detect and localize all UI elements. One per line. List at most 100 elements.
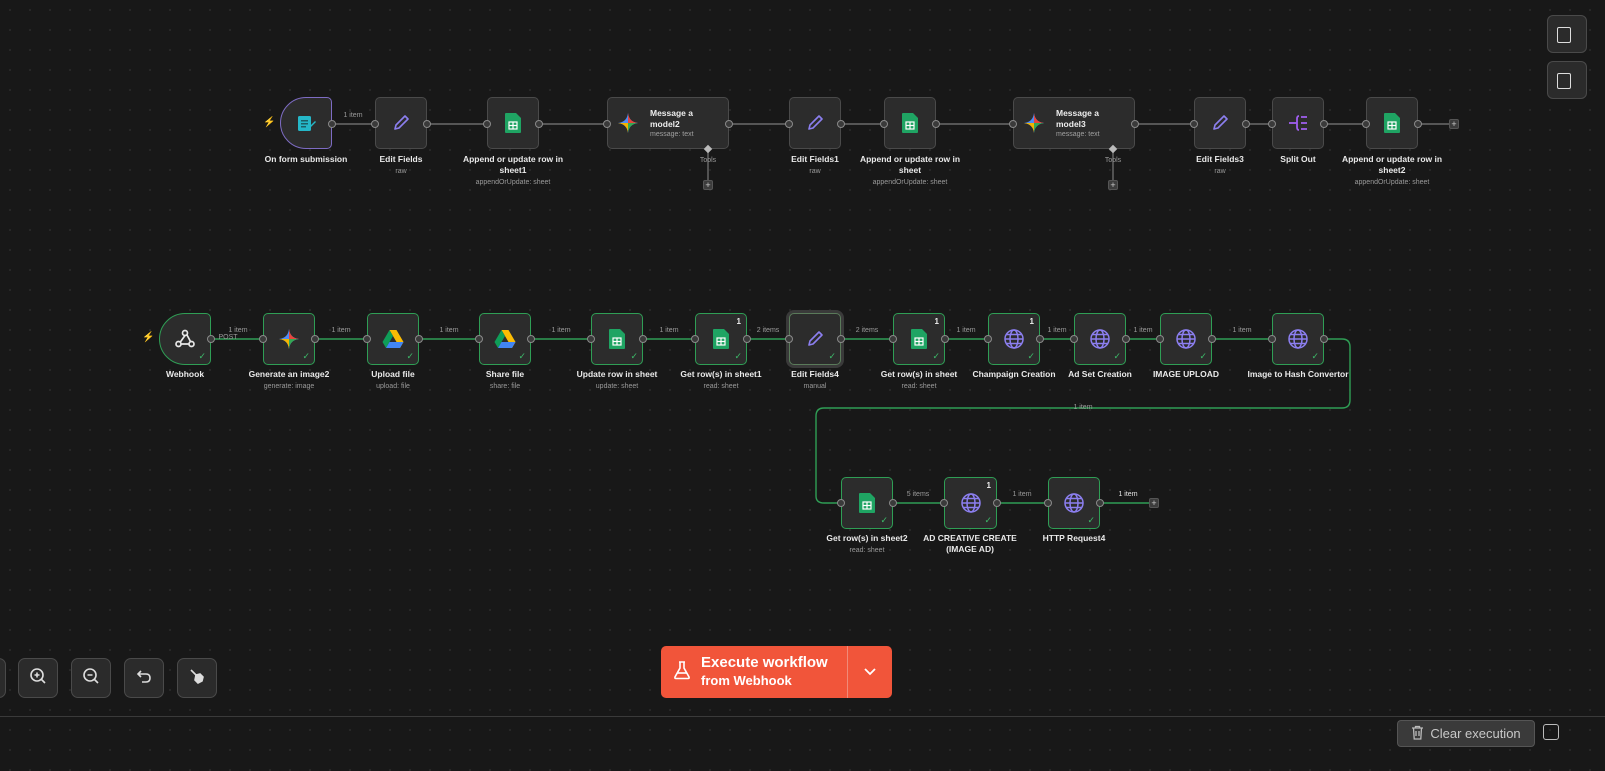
input-port[interactable] <box>880 120 888 128</box>
output-port[interactable] <box>743 335 751 343</box>
node-title: Message a model3 <box>1056 108 1099 129</box>
panel-toggle-button[interactable] <box>1547 15 1587 53</box>
zoom-out-button[interactable] <box>71 658 111 698</box>
output-port[interactable] <box>535 120 543 128</box>
edge-label: 2 items <box>855 327 879 334</box>
output-port[interactable] <box>207 335 215 343</box>
output-port[interactable] <box>423 120 431 128</box>
output-port[interactable] <box>415 335 423 343</box>
input-port[interactable] <box>1009 120 1017 128</box>
output-port[interactable] <box>328 120 336 128</box>
execute-options-dropdown[interactable] <box>848 646 892 698</box>
edge-label: 1 item <box>1232 327 1252 334</box>
node-get-rows-in-sheet1[interactable]: 1 ✓ <box>695 313 747 365</box>
node-message-a-model3[interactable]: Message a model3 message: text <box>1013 97 1135 149</box>
output-port[interactable] <box>993 499 1001 507</box>
zoom-in-icon <box>29 667 47 690</box>
input-port[interactable] <box>1190 120 1198 128</box>
node-append-row-sheet1[interactable] <box>487 97 539 149</box>
zoom-to-fit-button[interactable] <box>0 658 6 698</box>
input-port[interactable] <box>1070 335 1078 343</box>
node-update-row-in-sheet[interactable]: ✓ <box>591 313 643 365</box>
output-port[interactable] <box>837 335 845 343</box>
output-port[interactable] <box>1122 335 1130 343</box>
node-get-rows-in-sheet2[interactable]: ✓ <box>841 477 893 529</box>
edge-label: 1 item <box>551 327 571 334</box>
output-port[interactable] <box>725 120 733 128</box>
output-port[interactable] <box>1414 120 1422 128</box>
clear-execution-button[interactable]: Clear execution <box>1397 720 1535 747</box>
google-sheets-icon <box>859 493 875 513</box>
input-port[interactable] <box>1156 335 1164 343</box>
output-port[interactable] <box>1131 120 1139 128</box>
zoom-in-button[interactable] <box>18 658 58 698</box>
input-port[interactable] <box>363 335 371 343</box>
add-tool-button[interactable]: + <box>703 180 713 190</box>
input-port[interactable] <box>475 335 483 343</box>
output-port[interactable] <box>1036 335 1044 343</box>
node-champaign-creation[interactable]: 1 ✓ <box>988 313 1040 365</box>
node-label: Webhook <box>165 369 205 379</box>
node-edit-fields4[interactable]: ✓ <box>789 313 841 365</box>
add-node-button[interactable]: + <box>1449 119 1459 129</box>
output-port[interactable] <box>1320 335 1328 343</box>
input-port[interactable] <box>1362 120 1370 128</box>
input-port[interactable] <box>587 335 595 343</box>
node-label: Update row in sheet update: sheet <box>576 369 658 390</box>
node-append-row-sheet2[interactable] <box>1366 97 1418 149</box>
add-node-button[interactable]: + <box>1149 498 1159 508</box>
execute-workflow-main[interactable]: Execute workflow from Webhook <box>661 646 847 698</box>
input-port[interactable] <box>889 335 897 343</box>
node-on-form-submission[interactable] <box>280 97 332 149</box>
panel-toggle-button[interactable] <box>1547 61 1587 99</box>
add-tool-button[interactable]: + <box>1108 180 1118 190</box>
node-split-out[interactable] <box>1272 97 1324 149</box>
node-generate-an-image2[interactable]: ✓ <box>263 313 315 365</box>
output-port[interactable] <box>889 499 897 507</box>
node-upload-file[interactable]: ✓ <box>367 313 419 365</box>
node-get-rows-in-sheet[interactable]: 1 ✓ <box>893 313 945 365</box>
input-port[interactable] <box>940 499 948 507</box>
node-ad-set-creation[interactable]: ✓ <box>1074 313 1126 365</box>
node-edit-fields3[interactable] <box>1194 97 1246 149</box>
input-port[interactable] <box>1268 335 1276 343</box>
node-ad-creative-create[interactable]: 1 ✓ <box>944 477 997 529</box>
tidy-up-button[interactable] <box>177 658 217 698</box>
output-port[interactable] <box>932 120 940 128</box>
input-port[interactable] <box>1268 120 1276 128</box>
node-image-upload[interactable]: ✓ <box>1160 313 1212 365</box>
undo-button[interactable] <box>124 658 164 698</box>
output-port[interactable] <box>1208 335 1216 343</box>
input-port[interactable] <box>785 335 793 343</box>
success-check-icon: ✓ <box>630 351 638 361</box>
output-port[interactable] <box>639 335 647 343</box>
input-port[interactable] <box>837 499 845 507</box>
output-port[interactable] <box>527 335 535 343</box>
node-edit-fields[interactable] <box>375 97 427 149</box>
node-webhook[interactable]: ✓ <box>159 313 211 365</box>
node-http-request4[interactable]: ✓ <box>1048 477 1100 529</box>
input-port[interactable] <box>603 120 611 128</box>
toggle-logs-panel-icon[interactable] <box>1543 724 1559 740</box>
output-port[interactable] <box>837 120 845 128</box>
input-port[interactable] <box>785 120 793 128</box>
output-port[interactable] <box>1320 120 1328 128</box>
input-port[interactable] <box>259 335 267 343</box>
input-port[interactable] <box>691 335 699 343</box>
execute-workflow-button[interactable]: Execute workflow from Webhook <box>661 646 892 698</box>
output-port[interactable] <box>941 335 949 343</box>
output-port[interactable] <box>1096 499 1104 507</box>
input-port[interactable] <box>984 335 992 343</box>
input-port[interactable] <box>483 120 491 128</box>
output-port[interactable] <box>311 335 319 343</box>
input-port[interactable] <box>1044 499 1052 507</box>
output-port[interactable] <box>1242 120 1250 128</box>
node-share-file[interactable]: ✓ <box>479 313 531 365</box>
node-edit-fields1[interactable] <box>789 97 841 149</box>
node-image-to-hash-convertor[interactable]: ✓ <box>1272 313 1324 365</box>
trigger-bolt-icon: ⚡ <box>142 332 155 343</box>
edge-label: 1 item <box>439 327 459 334</box>
node-message-a-model2[interactable]: Message a model2 message: text <box>607 97 729 149</box>
node-append-row-sheet[interactable] <box>884 97 936 149</box>
input-port[interactable] <box>371 120 379 128</box>
